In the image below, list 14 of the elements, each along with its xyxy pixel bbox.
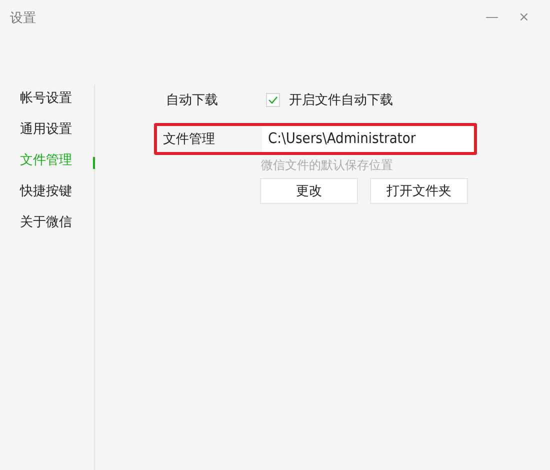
setting-label: 自动下载 bbox=[166, 92, 219, 109]
action-button[interactable]: 更改 bbox=[260, 178, 358, 204]
window-title: 设置 bbox=[10, 10, 36, 27]
checkbox-label: 开启文件自动下载 bbox=[289, 92, 393, 109]
sidebar-item[interactable]: 帐号设置 bbox=[0, 89, 94, 120]
hint-text: 微信文件的默认保存位置 bbox=[261, 157, 394, 174]
action-button[interactable]: 打开文件夹 bbox=[370, 178, 468, 204]
checkbox[interactable] bbox=[266, 93, 280, 107]
setting-label: 文件管理 bbox=[163, 131, 216, 148]
sidebar-item[interactable]: 关于微信 bbox=[0, 213, 94, 244]
active-indicator bbox=[93, 157, 95, 169]
sidebar-item[interactable]: 通用设置 bbox=[0, 120, 94, 151]
path-field[interactable]: C:\Users\Administrator bbox=[262, 126, 474, 152]
sidebar-item[interactable]: 快捷按键 bbox=[0, 182, 94, 213]
